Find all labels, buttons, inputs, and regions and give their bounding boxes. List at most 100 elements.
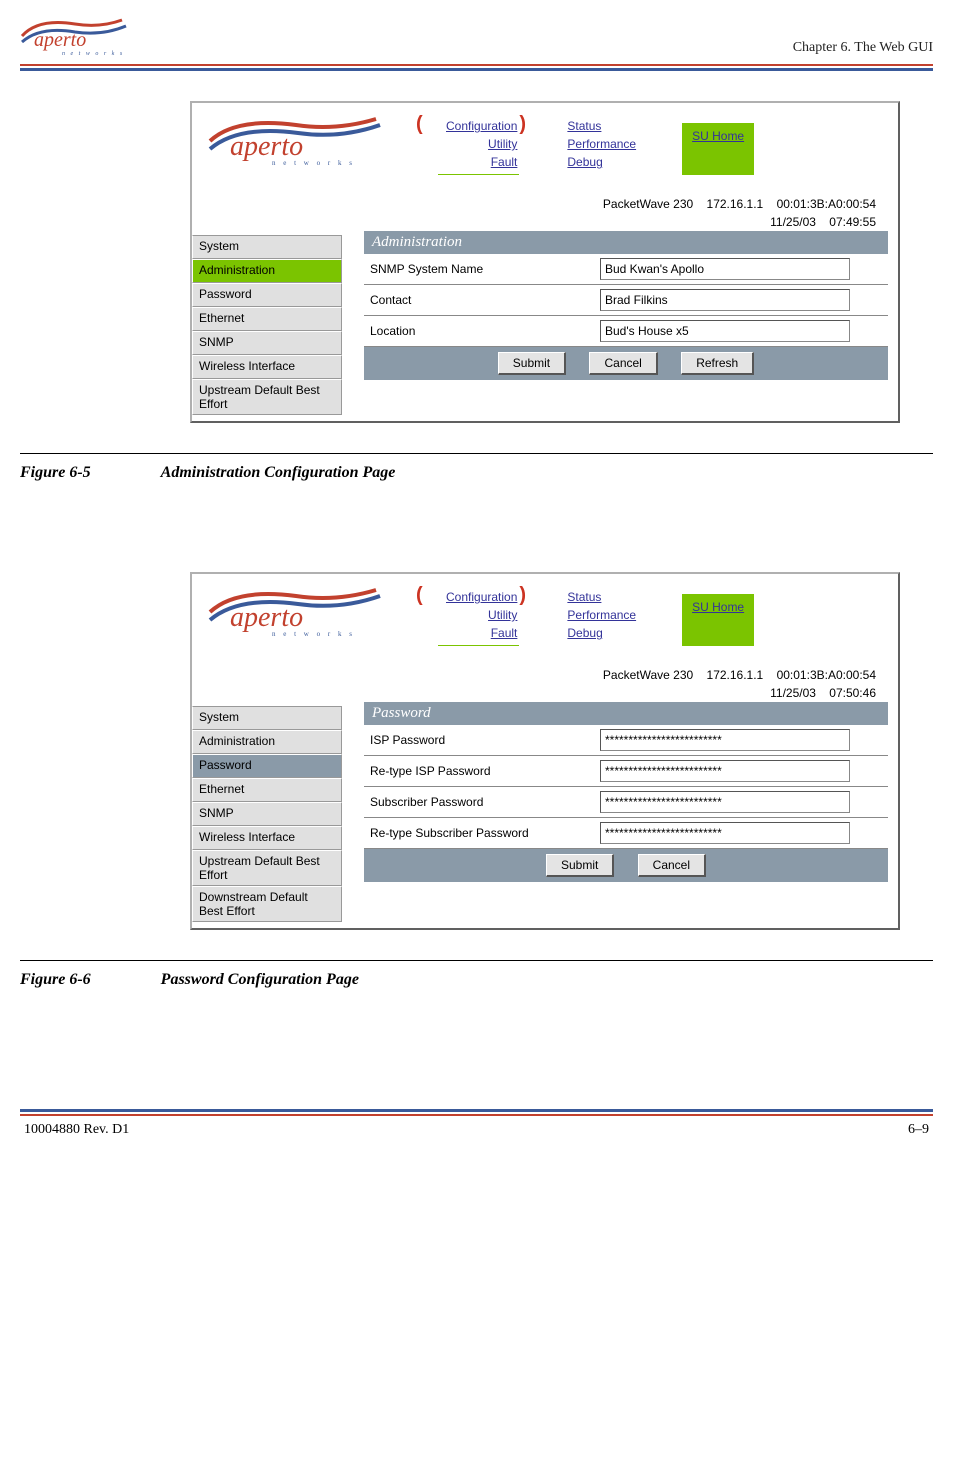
- svg-text:aperto: aperto: [34, 29, 86, 51]
- app-brand-logo: aperto n e t w o r k s: [206, 111, 386, 163]
- sidebar-item-ethernet[interactable]: Ethernet: [192, 778, 342, 802]
- svg-text:aperto: aperto: [230, 131, 303, 162]
- figure-6-5-screenshot: aperto n e t w o r k s ( Configuration U…: [190, 101, 900, 423]
- sidebar-item-downstream-default[interactable]: Downstream Default Best Effort: [192, 886, 342, 922]
- nav-fault[interactable]: Fault: [491, 153, 518, 171]
- svg-text:n e t w o r k s: n e t w o r k s: [272, 630, 355, 638]
- sidebar-item-system[interactable]: System: [192, 235, 342, 259]
- row-snmp-system-name: SNMP System Name: [364, 254, 888, 285]
- row-retype-isp-password: Re-type ISP Password: [364, 756, 888, 787]
- sidebar-item-snmp[interactable]: SNMP: [192, 802, 342, 826]
- sidebar-item-password[interactable]: Password: [192, 754, 342, 778]
- page-header: aperto n e t w o r k s Chapter 6. The We…: [20, 14, 933, 60]
- nav-group-2: Status Performance Debug: [565, 588, 638, 646]
- label-retype-subscriber-password: Re-type Subscriber Password: [370, 826, 600, 840]
- nav-performance[interactable]: Performance: [567, 606, 636, 624]
- device-time: 07:49:55: [829, 215, 876, 229]
- nav-debug[interactable]: Debug: [567, 624, 602, 642]
- row-retype-subscriber-password: Re-type Subscriber Password: [364, 818, 888, 849]
- input-isp-password[interactable]: [600, 729, 850, 751]
- svg-text:aperto: aperto: [230, 602, 303, 633]
- sidebar-item-upstream-default[interactable]: Upstream Default Best Effort: [192, 850, 342, 886]
- input-contact[interactable]: [600, 289, 850, 311]
- device-datetime-line: 11/25/03 07:49:55: [192, 213, 898, 231]
- label-contact: Contact: [370, 293, 600, 307]
- svg-text:n e t w o r k s: n e t w o r k s: [62, 51, 124, 56]
- label-snmp-system-name: SNMP System Name: [370, 262, 600, 276]
- device-model: PacketWave 230: [603, 197, 693, 211]
- submit-button[interactable]: Submit: [498, 352, 566, 375]
- input-location[interactable]: [600, 320, 850, 342]
- button-bar: Submit Cancel: [364, 849, 888, 882]
- row-contact: Contact: [364, 285, 888, 316]
- input-retype-subscriber-password[interactable]: [600, 822, 850, 844]
- label-retype-isp-password: Re-type ISP Password: [370, 764, 600, 778]
- sidebar-item-upstream-default[interactable]: Upstream Default Best Effort: [192, 379, 342, 415]
- app-brand-logo: aperto n e t w o r k s: [206, 582, 386, 634]
- nav-group-1: ( Configuration Utility Fault ): [416, 117, 541, 175]
- nav-status[interactable]: Status: [567, 117, 601, 135]
- figure-6-6-screenshot: aperto n e t w o r k s ( Configuration U…: [190, 572, 900, 930]
- sidebar-item-snmp[interactable]: SNMP: [192, 331, 342, 355]
- sidebar-item-system[interactable]: System: [192, 706, 342, 730]
- nav-utility[interactable]: Utility: [488, 606, 517, 624]
- swoosh-icon: ): [519, 588, 541, 602]
- footer-rule-blue: [20, 1109, 933, 1112]
- nav-performance[interactable]: Performance: [567, 135, 636, 153]
- su-home-button[interactable]: SU Home: [682, 123, 754, 175]
- nav-group-2: Status Performance Debug: [565, 117, 638, 175]
- sidebar-item-administration[interactable]: Administration: [192, 259, 342, 283]
- device-status-line: PacketWave 230 172.16.1.1 00:01:3B:A0:00…: [192, 666, 898, 684]
- input-retype-isp-password[interactable]: [600, 760, 850, 782]
- device-date: 11/25/03: [770, 215, 816, 229]
- button-bar: Submit Cancel Refresh: [364, 347, 888, 380]
- device-model: PacketWave 230: [603, 668, 693, 682]
- device-date: 11/25/03: [770, 686, 816, 700]
- header-rule-blue: [20, 68, 933, 71]
- sidebar-item-wireless-interface[interactable]: Wireless Interface: [192, 826, 342, 850]
- nav-group-1: ( Configuration Utility Fault ): [416, 588, 541, 646]
- swoosh-icon: (: [416, 117, 438, 131]
- chapter-label: Chapter 6. The Web GUI: [793, 40, 933, 56]
- sidebar-item-password[interactable]: Password: [192, 283, 342, 307]
- nav-fault[interactable]: Fault: [491, 624, 518, 642]
- row-subscriber-password: Subscriber Password: [364, 787, 888, 818]
- aperto-logo-icon: aperto n e t w o r k s: [20, 14, 130, 56]
- device-ip: 172.16.1.1: [707, 668, 764, 682]
- sidebar-item-administration[interactable]: Administration: [192, 730, 342, 754]
- nav-utility[interactable]: Utility: [488, 135, 517, 153]
- nav-configuration[interactable]: Configuration: [446, 588, 517, 606]
- swoosh-icon: (: [416, 588, 438, 602]
- cancel-button[interactable]: Cancel: [638, 854, 706, 877]
- device-mac: 00:01:3B:A0:00:54: [777, 668, 876, 682]
- swoosh-icon: ): [519, 117, 541, 131]
- sidebar: System Administration Password Ethernet …: [192, 702, 342, 922]
- cancel-button[interactable]: Cancel: [589, 352, 657, 375]
- admin-panel: Administration SNMP System Name Contact …: [364, 231, 888, 380]
- device-datetime-line: 11/25/03 07:50:46: [192, 684, 898, 702]
- row-isp-password: ISP Password: [364, 725, 888, 756]
- refresh-button[interactable]: Refresh: [681, 352, 754, 375]
- input-snmp-system-name[interactable]: [600, 258, 850, 280]
- panel-title: Administration: [364, 231, 888, 254]
- page-footer: 10004880 Rev. D1 6–9: [20, 1116, 933, 1144]
- panel-title: Password: [364, 702, 888, 725]
- app-topbar: aperto n e t w o r k s ( Configuration U…: [192, 574, 898, 666]
- label-subscriber-password: Subscriber Password: [370, 795, 600, 809]
- sidebar-item-ethernet[interactable]: Ethernet: [192, 307, 342, 331]
- nav-configuration[interactable]: Configuration: [446, 117, 517, 135]
- doc-revision: 10004880 Rev. D1: [24, 1122, 129, 1138]
- row-location: Location: [364, 316, 888, 347]
- nav-debug[interactable]: Debug: [567, 153, 602, 171]
- figure-6-5-caption: Figure 6-5Administration Configuration P…: [20, 460, 933, 562]
- password-panel: Password ISP Password Re-type ISP Passwo…: [364, 702, 888, 882]
- device-ip: 172.16.1.1: [707, 197, 764, 211]
- sidebar-item-wireless-interface[interactable]: Wireless Interface: [192, 355, 342, 379]
- label-location: Location: [370, 324, 600, 338]
- svg-text:n e t w o r k s: n e t w o r k s: [272, 159, 355, 167]
- su-home-button[interactable]: SU Home: [682, 594, 754, 646]
- device-mac: 00:01:3B:A0:00:54: [777, 197, 876, 211]
- nav-status[interactable]: Status: [567, 588, 601, 606]
- submit-button[interactable]: Submit: [546, 854, 614, 877]
- input-subscriber-password[interactable]: [600, 791, 850, 813]
